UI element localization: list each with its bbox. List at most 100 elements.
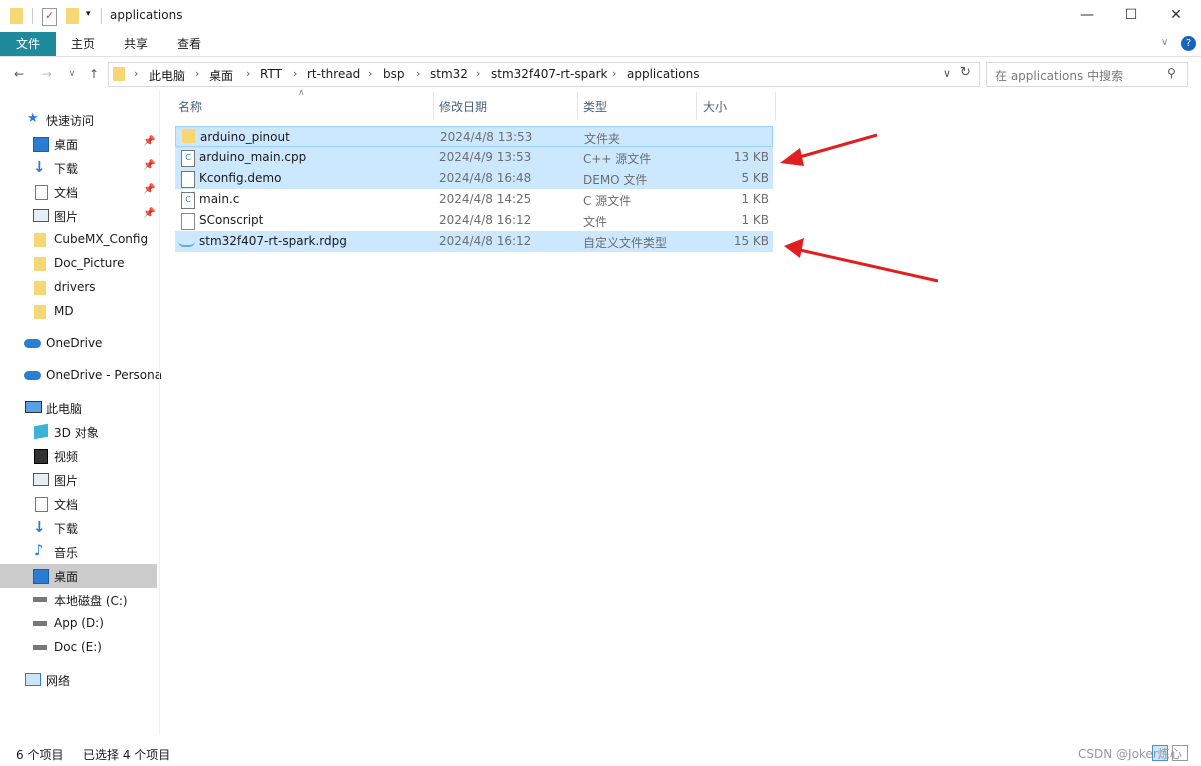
- sidebar-item-drive-d[interactable]: App (D:): [0, 612, 157, 636]
- sidebar-item-network[interactable]: 网络: [0, 668, 157, 692]
- file-row[interactable]: stm32f407-rt-spark.rdpg 2024/4/8 16:12 自…: [175, 231, 773, 252]
- maximize-button[interactable]: ☐: [1108, 0, 1154, 30]
- breadcrumb-item[interactable]: RTT: [260, 67, 282, 81]
- refresh-icon[interactable]: ↻: [960, 65, 971, 80]
- breadcrumb-item[interactable]: bsp: [383, 67, 405, 81]
- breadcrumb-item[interactable]: stm32f407-rt-spark: [491, 67, 607, 81]
- breadcrumb-item[interactable]: stm32: [430, 67, 468, 81]
- file-row[interactable]: arduino_pinout 2024/4/8 13:53 文件夹: [175, 126, 773, 147]
- folder-icon: [34, 257, 46, 271]
- picture-icon: [33, 473, 49, 486]
- file-size: 15 KB: [733, 234, 769, 248]
- pane-divider[interactable]: [159, 90, 160, 735]
- sidebar-item-drivers[interactable]: drivers: [0, 276, 157, 300]
- tab-view[interactable]: 查看: [168, 32, 210, 56]
- column-header-name[interactable]: 名称: [178, 98, 202, 120]
- sidebar-item-drive-c[interactable]: 本地磁盘 (C:): [0, 588, 157, 612]
- file-row[interactable]: C arduino_main.cpp 2024/4/9 13:53 C++ 源文…: [175, 147, 773, 168]
- sidebar-item-pictures[interactable]: 图片 📌: [0, 204, 157, 228]
- sidebar-item-this-pc[interactable]: 此电脑: [0, 396, 157, 420]
- sidebar-item-desktop-pc[interactable]: 桌面: [0, 564, 157, 588]
- breadcrumb-item[interactable]: 此电脑: [149, 67, 185, 84]
- sidebar-item-documents-pc[interactable]: 文档: [0, 492, 157, 516]
- drive-icon: [33, 645, 47, 650]
- sidebar-item-label: 快速访问: [46, 114, 95, 128]
- ribbon-expand-icon[interactable]: ∨: [1161, 37, 1168, 48]
- chevron-right-icon: ›: [246, 67, 251, 80]
- column-header-size[interactable]: 大小: [703, 98, 727, 120]
- file-row[interactable]: SConscript 2024/4/8 16:12 文件 1 KB: [175, 210, 773, 231]
- tab-share[interactable]: 共享: [115, 32, 157, 56]
- c-file-icon: C: [181, 192, 195, 209]
- cpp-file-icon: C: [181, 150, 195, 167]
- file-name: stm32f407-rt-spark.rdpg: [199, 234, 347, 248]
- sidebar-item-label: drivers: [54, 280, 96, 294]
- column-header-type[interactable]: 类型: [583, 98, 607, 120]
- chevron-right-icon: ›: [476, 67, 481, 80]
- file-row[interactable]: Kconfig.demo 2024/4/8 16:48 DEMO 文件 5 KB: [175, 168, 773, 189]
- sidebar-item-label: 3D 对象: [54, 426, 99, 440]
- sidebar-item-doc-picture[interactable]: Doc_Picture: [0, 252, 157, 276]
- help-icon[interactable]: ?: [1181, 36, 1196, 51]
- close-button[interactable]: ✕: [1153, 0, 1199, 30]
- sidebar-item-pictures-pc[interactable]: 图片: [0, 468, 157, 492]
- sidebar-item-desktop[interactable]: 桌面 📌: [0, 132, 157, 156]
- pin-icon[interactable]: 📌: [143, 184, 155, 195]
- new-folder-icon[interactable]: [66, 8, 79, 24]
- file-row[interactable]: C main.c 2024/4/8 14:25 C 源文件 1 KB: [175, 189, 773, 210]
- column-divider[interactable]: [577, 92, 578, 120]
- breadcrumb-item[interactable]: 桌面: [209, 67, 233, 84]
- minimize-button[interactable]: —: [1064, 0, 1110, 30]
- sidebar-item-md[interactable]: MD: [0, 300, 157, 324]
- search-input[interactable]: 在 applications 中搜索 ⚲: [986, 62, 1188, 87]
- forward-button[interactable]: →: [40, 67, 54, 81]
- blank-file-icon: [181, 213, 195, 230]
- rdpg-file-icon: [178, 236, 195, 247]
- chevron-right-icon: ›: [134, 67, 139, 80]
- sidebar-item-cubemx-config[interactable]: CubeMX_Config: [0, 228, 157, 252]
- sidebar-item-drive-e[interactable]: Doc (E:): [0, 636, 157, 660]
- back-button[interactable]: ←: [12, 67, 26, 81]
- breadcrumb-item[interactable]: applications: [627, 67, 699, 81]
- sidebar-item-videos[interactable]: 视频: [0, 444, 157, 468]
- search-placeholder: 在 applications 中搜索: [995, 69, 1124, 83]
- column-divider[interactable]: [433, 92, 434, 120]
- chevron-right-icon: ›: [612, 67, 617, 80]
- search-icon[interactable]: ⚲: [1167, 66, 1176, 80]
- sidebar-item-downloads[interactable]: ↓ 下载 📌: [0, 156, 157, 180]
- pin-icon[interactable]: 📌: [143, 136, 155, 147]
- sidebar-item-documents[interactable]: 文档 📌: [0, 180, 157, 204]
- sidebar-item-3d-objects[interactable]: 3D 对象: [0, 420, 157, 444]
- sidebar-item-music[interactable]: ♪ 音乐: [0, 540, 157, 564]
- sidebar-item-downloads-pc[interactable]: ↓ 下载: [0, 516, 157, 540]
- watermark: CSDN @Joker炼心: [1078, 747, 1182, 761]
- up-button[interactable]: ↑: [87, 67, 101, 81]
- tab-file[interactable]: 文件: [0, 32, 56, 56]
- address-bar[interactable]: › 此电脑 › 桌面 › RTT › rt-thread › bsp › stm…: [108, 62, 980, 87]
- red-arrow-lower: [784, 238, 939, 283]
- recent-locations-button[interactable]: ∨: [65, 67, 79, 81]
- chevron-right-icon: ›: [195, 67, 200, 80]
- title-bar: ✓ ▾ applications — ☐ ✕: [0, 0, 1201, 32]
- sidebar-item-quick-access[interactable]: ★ 快速访问: [0, 108, 157, 132]
- pin-icon[interactable]: 📌: [143, 208, 155, 219]
- pin-icon[interactable]: 📌: [143, 160, 155, 171]
- address-dropdown-icon[interactable]: ∨: [943, 67, 951, 80]
- column-header-date[interactable]: 修改日期: [439, 98, 487, 120]
- music-icon: ♪: [34, 541, 44, 559]
- document-icon: [35, 185, 48, 200]
- properties-icon[interactable]: ✓: [42, 8, 57, 26]
- sidebar-item-onedrive[interactable]: OneDrive: [0, 332, 157, 356]
- breadcrumb-item[interactable]: rt-thread: [307, 67, 360, 81]
- column-divider[interactable]: [775, 92, 776, 120]
- folder-icon: [113, 67, 125, 81]
- sidebar-item-label: OneDrive: [46, 336, 103, 350]
- sidebar-item-onedrive-personal[interactable]: OneDrive - Persona: [0, 364, 162, 388]
- file-size: 1 KB: [741, 213, 769, 227]
- folder-icon: [34, 281, 46, 295]
- column-divider[interactable]: [696, 92, 697, 120]
- file-date: 2024/4/8 16:12: [439, 213, 532, 227]
- customize-toolbar-icon[interactable]: ▾: [86, 9, 91, 19]
- sidebar-item-label: 本地磁盘 (C:): [54, 594, 128, 608]
- tab-home[interactable]: 主页: [62, 32, 104, 56]
